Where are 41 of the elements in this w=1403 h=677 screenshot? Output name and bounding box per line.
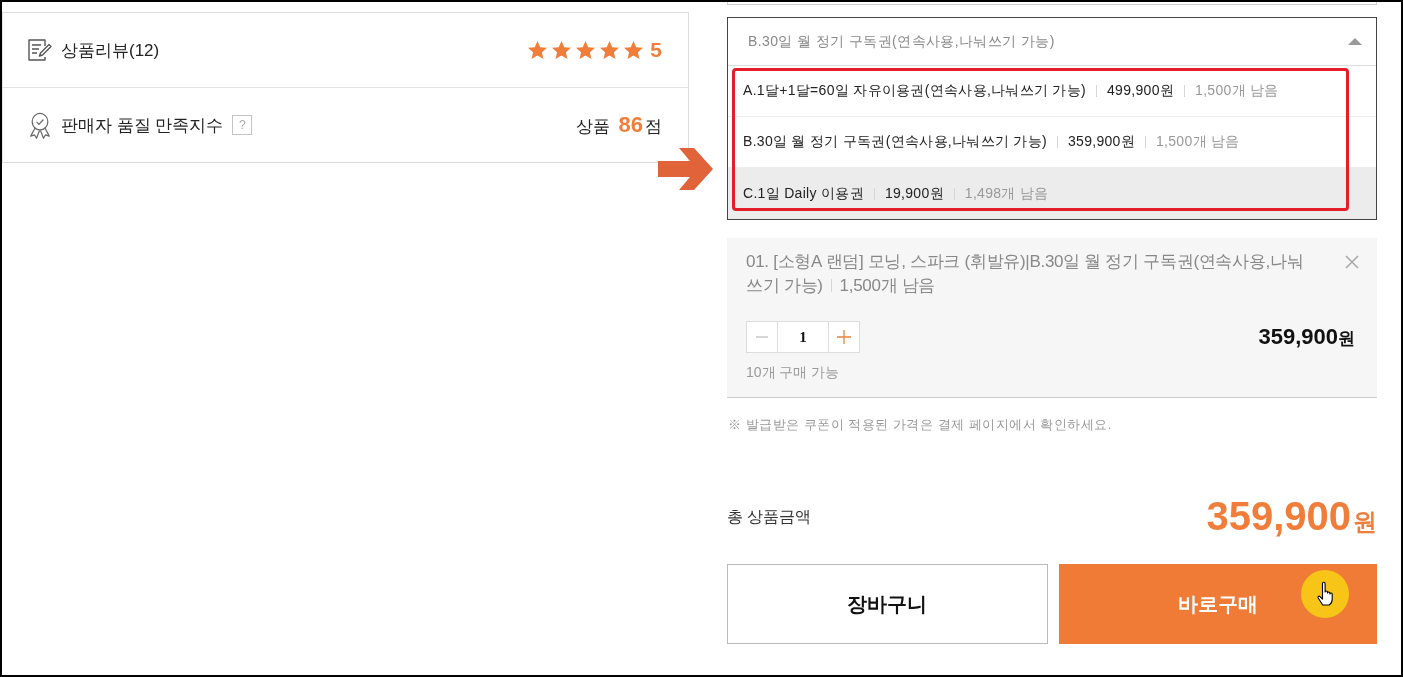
star-icon <box>528 41 548 59</box>
satisfaction-score: 86 <box>618 112 643 138</box>
option-name: B.30일 월 정기 구독권(연속사용,나눠쓰기 가능) <box>743 133 1047 151</box>
option-item[interactable]: C.1일 Daily 이용권 19,900원 1,498개 남음 <box>728 168 1376 219</box>
rating-score: 5 <box>650 38 662 62</box>
price-unit: 원 <box>1338 328 1355 350</box>
decrease-button[interactable] <box>746 321 778 353</box>
total-unit: 원 <box>1353 507 1377 537</box>
option-name: C.1일 Daily 이용권 <box>743 184 864 203</box>
score-unit: 점 <box>645 116 662 138</box>
star-icon <box>576 41 596 59</box>
plus-icon <box>837 330 851 344</box>
satisfaction-label: 판매자 품질 만족지수 <box>61 114 224 137</box>
award-ribbon-icon <box>28 111 52 139</box>
remove-button[interactable] <box>1345 255 1359 269</box>
option-stock: 1,500개 남음 <box>1156 133 1240 151</box>
option-price: 19,900원 <box>884 184 944 203</box>
option-price: 499,900원 <box>1107 82 1175 100</box>
item-description: 01. [소형A 랜덤] 모닝, 스파크 (휘발유)|B.30일 월 정기 구독권(연속사용,나눠쓰기 가능) 1,500개 남음 <box>746 251 1305 297</box>
minus-icon <box>756 336 768 338</box>
option-name: A.1달+1달=60일 자유이용권(연속사용,나눠쓰기 가능) <box>743 82 1087 100</box>
selected-option-text: B.30일 월 정기 구독권(연속사용,나눠쓰기 가능) <box>748 32 1055 51</box>
score-prefix: 상품 <box>575 116 610 138</box>
option-stock: 1,500개 남음 <box>1195 82 1279 100</box>
quantity-field[interactable]: 1 <box>778 321 828 353</box>
item-price: 359,900 <box>1258 324 1338 350</box>
total-label: 총 상품금액 <box>727 506 812 527</box>
note-pencil-icon <box>28 38 52 62</box>
coupon-notice: ※ 발급받은 쿠폰이 적용된 가격은 결제 페이지에서 확인하세요. <box>728 416 1113 434</box>
cart-button[interactable]: 장바구니 <box>727 564 1048 644</box>
caret-up-icon <box>1348 38 1362 45</box>
option-price: 359,900원 <box>1068 133 1135 151</box>
increase-button[interactable] <box>828 321 860 353</box>
star-icon <box>552 41 572 59</box>
purchase-limit: 10개 구매 가능 <box>746 363 841 382</box>
star-icon <box>600 41 620 59</box>
total-amount: 359,900 <box>1206 496 1351 536</box>
review-label[interactable]: 상품리뷰(12) <box>61 38 160 62</box>
star-icon <box>624 41 644 59</box>
option-stock: 1,498개 남음 <box>964 184 1049 203</box>
close-icon <box>1345 255 1359 269</box>
